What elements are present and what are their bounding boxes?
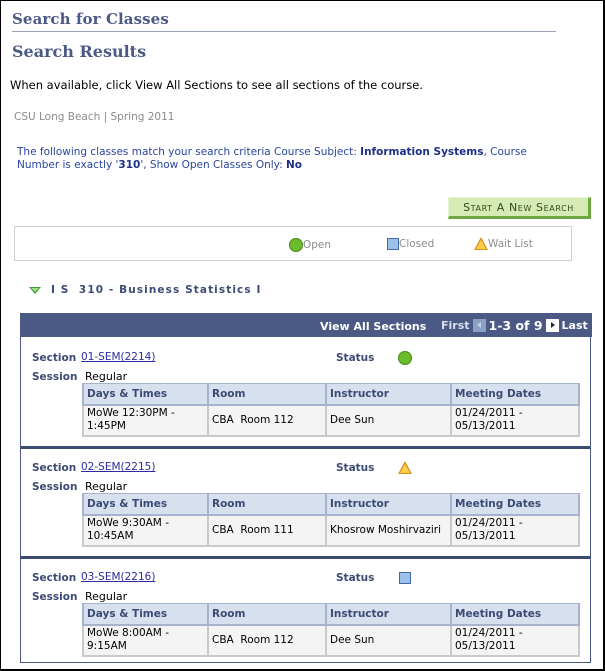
next-arrow-icon[interactable] (545, 319, 559, 332)
legend-open: Open (289, 238, 331, 252)
column-header-instructor: Instructor (325, 383, 452, 406)
legend-label: Open (303, 239, 332, 251)
column-header-room: Room (207, 603, 327, 626)
legend-label: Closed (399, 238, 435, 250)
days-times-cell: MoWe 9:30AM - 10:45AM (82, 514, 209, 547)
meeting-row: MoWe 9:30AM - 10:45AM CBA Room 111 Khosr… (82, 514, 580, 547)
start-new-search-button[interactable]: Start A New Search (448, 197, 591, 219)
page-title: Search for Classes (12, 10, 169, 28)
meeting-table: Days & Times Room Instructor Meeting Dat… (82, 603, 580, 657)
session-label: Session (32, 481, 78, 493)
wait-list-status-icon (474, 237, 488, 250)
legend-closed: Closed (387, 238, 434, 250)
instructor-cell: Dee Sun (325, 624, 452, 657)
instructions-text: When available, click View All Sections … (10, 78, 424, 92)
criteria-text: ', Show Open Classes Only: (140, 159, 287, 171)
section-label: Section (32, 572, 77, 584)
page-subtitle: Search Results (12, 42, 147, 61)
column-header-days-times: Days & Times (82, 493, 209, 516)
course-title: I S 310 - Business Statistics I (51, 284, 262, 296)
instructor-cell: Khosrow Moshirvaziri (325, 514, 452, 547)
status-label: Status (336, 462, 375, 474)
meeting-dates-cell: 01/24/2011 - 05/13/2011 (450, 624, 580, 657)
closed-status-icon (399, 572, 411, 584)
meeting-table: Days & Times Room Instructor Meeting Dat… (82, 383, 580, 437)
last-link[interactable]: Last (562, 319, 588, 332)
title-divider (12, 31, 556, 32)
column-header-instructor: Instructor (325, 603, 452, 626)
column-header-meeting-dates: Meeting Dates (450, 383, 580, 406)
institution-term: CSU Long Beach | Spring 2011 (14, 111, 175, 123)
section-label: Section (32, 462, 77, 474)
section-label: Section (32, 352, 77, 364)
section-link[interactable]: 01-SEM(2214) (81, 351, 155, 363)
row-range: 1-3 of 9 (488, 318, 543, 333)
column-header-room: Room (207, 493, 327, 516)
status-label: Status (336, 572, 375, 584)
criteria-open-only: No (286, 159, 303, 171)
closed-status-icon (387, 238, 399, 250)
meeting-dates-cell: 01/24/2011 - 05/13/2011 (450, 404, 580, 437)
meeting-table: Days & Times Room Instructor Meeting Dat… (82, 493, 580, 547)
grid-pager: First 1-3 of 9 Last (441, 318, 588, 333)
instructor-cell: Dee Sun (325, 404, 452, 437)
section-link[interactable]: 02-SEM(2215) (81, 461, 155, 473)
search-criteria: The following classes match your search … (17, 146, 557, 172)
section-row: Section 02-SEM(2215) Status Session Regu… (21, 461, 590, 569)
legend-wait-list: Wait List (474, 237, 533, 250)
column-header-instructor: Instructor (325, 493, 452, 516)
meeting-dates-cell: 01/24/2011 - 05/13/2011 (450, 514, 580, 547)
open-status-icon (398, 351, 412, 365)
wait-list-status-icon (398, 461, 412, 474)
room-cell: CBA Room 111 (207, 514, 327, 547)
status-legend: Open Closed Wait List (14, 226, 572, 261)
section-row: Section 03-SEM(2216) Status Session Regu… (21, 571, 590, 671)
days-times-cell: MoWe 8:00AM - 9:15AM (82, 624, 209, 657)
column-header-days-times: Days & Times (82, 603, 209, 626)
room-cell: CBA Room 112 (207, 404, 327, 437)
session-value: Regular (85, 370, 128, 383)
first-link[interactable]: First (441, 319, 470, 332)
column-header-meeting-dates: Meeting Dates (450, 603, 580, 626)
session-label: Session (32, 591, 78, 603)
previous-arrow-icon[interactable] (472, 319, 486, 332)
meeting-row: MoWe 12:30PM - 1:45PM CBA Room 112 Dee S… (82, 404, 580, 437)
criteria-text: The following classes match your search … (17, 146, 361, 158)
session-value: Regular (85, 590, 128, 603)
section-divider (21, 556, 590, 559)
session-label: Session (32, 371, 78, 383)
section-link[interactable]: 03-SEM(2216) (81, 571, 155, 583)
status-label: Status (336, 352, 375, 364)
sections-grid: View All Sections First 1-3 of 9 Last Se… (20, 313, 592, 663)
button-label: Start A New Search (463, 200, 574, 214)
view-all-sections-link[interactable]: View All Sections (320, 320, 426, 333)
criteria-number: 310 (118, 159, 141, 171)
days-times-cell: MoWe 12:30PM - 1:45PM (82, 404, 209, 437)
section-divider (21, 446, 590, 449)
section-row: Section 01-SEM(2214) Status Session Regu… (21, 351, 590, 459)
column-header-room: Room (207, 383, 327, 406)
criteria-subject: Information Systems (360, 146, 484, 158)
legend-label: Wait List (488, 237, 533, 250)
column-header-meeting-dates: Meeting Dates (450, 493, 580, 516)
session-value: Regular (85, 480, 128, 493)
meeting-row: MoWe 8:00AM - 9:15AM CBA Room 112 Dee Su… (82, 624, 580, 657)
room-cell: CBA Room 112 (207, 624, 327, 657)
column-header-days-times: Days & Times (82, 383, 209, 406)
open-status-icon (289, 238, 303, 252)
course-header[interactable]: I S 310 - Business Statistics I (29, 284, 262, 296)
grid-navigation-bar: View All Sections First 1-3 of 9 Last (20, 313, 592, 337)
collapse-triangle-icon[interactable] (29, 286, 41, 294)
